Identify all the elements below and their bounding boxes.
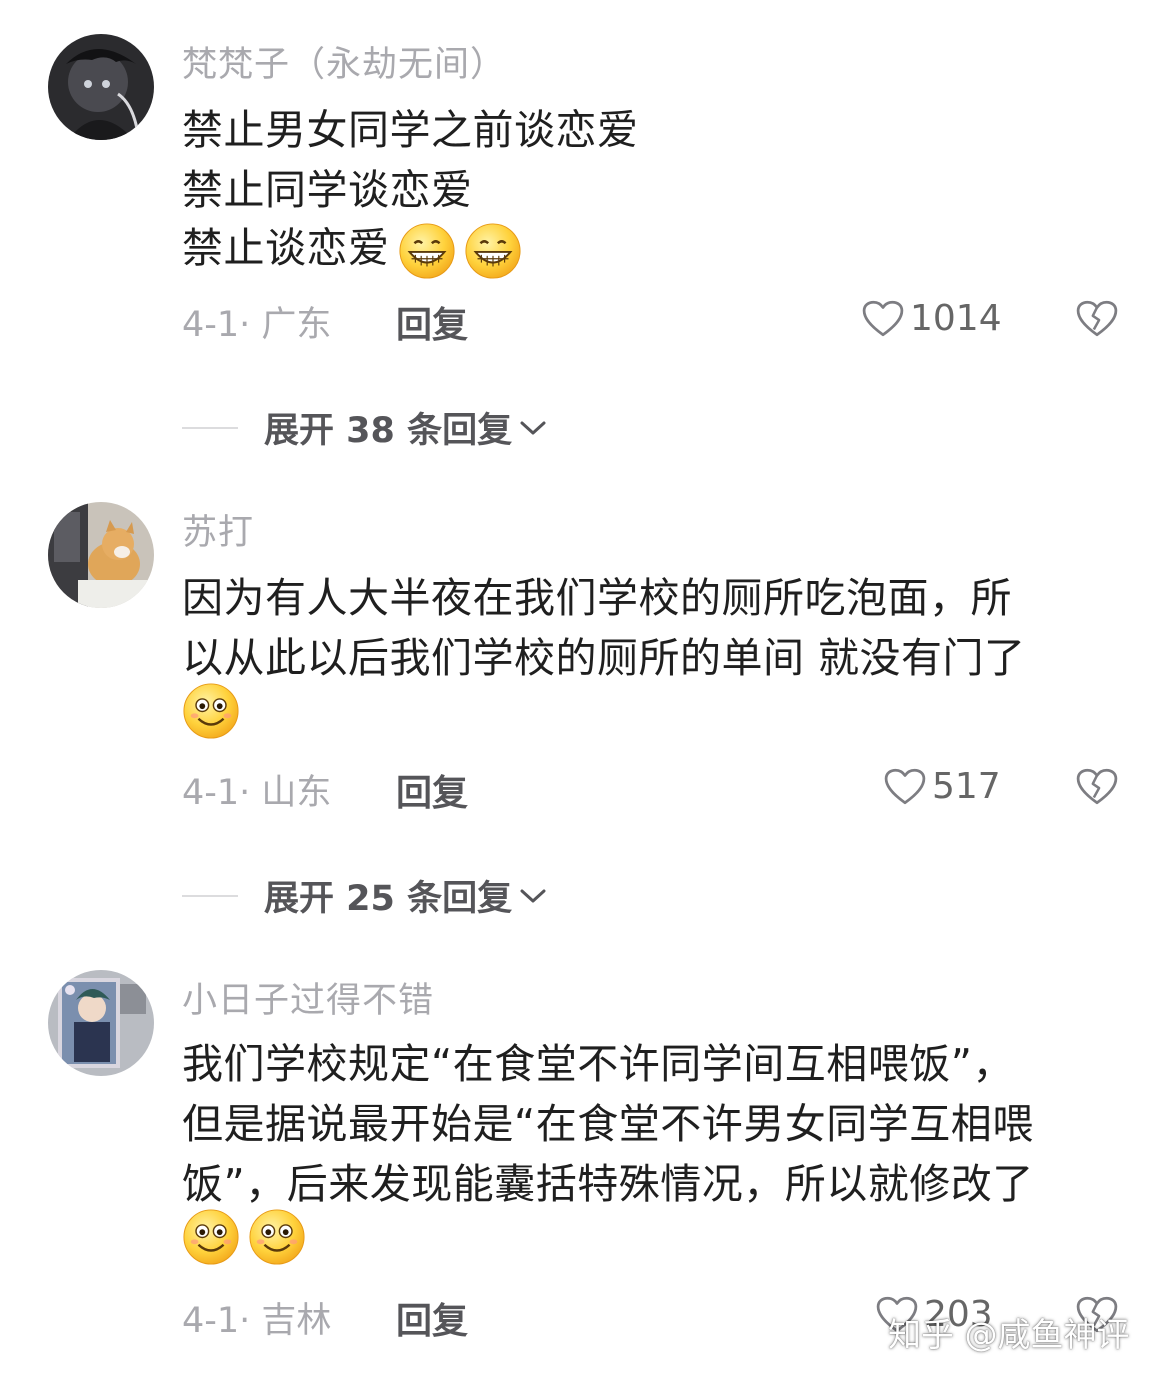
grin-emoji <box>464 222 522 280</box>
comment-text-line: 以从此以后我们学校的厕所的单间 就没有门了 <box>182 634 1026 682</box>
grin-emoji <box>398 222 456 280</box>
broken-heart-icon[interactable] <box>1076 768 1118 806</box>
username[interactable]: 小日子过得不错 <box>182 972 434 1023</box>
reply-button[interactable]: 回复 <box>396 296 468 348</box>
broken-heart-icon[interactable] <box>1076 300 1118 338</box>
reply-button[interactable]: 回复 <box>396 764 468 816</box>
comment-text-line <box>182 1208 306 1266</box>
avatar[interactable] <box>48 34 154 140</box>
like-count: 1014 <box>910 298 1002 339</box>
like-button[interactable]: 517 <box>884 766 1001 807</box>
expand-replies-button[interactable]: 展开 25 条回复 <box>182 870 548 921</box>
smile-emoji <box>182 682 240 740</box>
divider <box>182 894 238 897</box>
chevron-down-icon <box>518 886 548 906</box>
watermark: 知乎 @咸鱼神评 <box>888 1315 1130 1354</box>
comment-text-line: 我们学校规定“在食堂不许同学间互相喂饭”， <box>182 1040 1014 1088</box>
heart-icon <box>884 768 926 806</box>
avatar[interactable] <box>48 970 154 1076</box>
smile-emoji <box>182 1208 240 1266</box>
expand-replies-label: 展开 38 条回复 <box>264 411 513 451</box>
like-button[interactable]: 1014 <box>862 298 1002 339</box>
comment-text-line: 禁止谈恋爱 <box>182 214 522 280</box>
comment-text-line <box>182 682 240 740</box>
like-count: 517 <box>932 766 1001 807</box>
username[interactable]: 苏打 <box>182 504 254 555</box>
divider <box>182 426 238 429</box>
username[interactable]: 梵梵子（永劫无间） <box>182 36 506 87</box>
chevron-down-icon <box>518 418 548 438</box>
heart-icon <box>862 300 904 338</box>
comment-text-line: 饭”，后来发现能囊括特殊情况，所以就修改了 <box>182 1160 1034 1208</box>
reply-button[interactable]: 回复 <box>396 1292 468 1344</box>
expand-replies-button[interactable]: 展开 38 条回复 <box>182 402 548 453</box>
comment-meta: 4-1· 广东 <box>182 305 332 345</box>
comment-text: 禁止谈恋爱 <box>182 224 390 272</box>
comment-meta: 4-1· 吉林 <box>182 1301 332 1341</box>
comment-text-line: 但是据说最开始是“在食堂不许男女同学互相喂 <box>182 1100 1034 1148</box>
comment-text-line: 禁止男女同学之前谈恋爱 <box>182 106 639 154</box>
expand-replies-label: 展开 25 条回复 <box>264 879 513 919</box>
avatar[interactable] <box>48 502 154 608</box>
comment-text-line: 禁止同学谈恋爱 <box>182 166 473 214</box>
smile-emoji <box>248 1208 306 1266</box>
comment-text-line: 因为有人大半夜在我们学校的厕所吃泡面，所 <box>182 574 1012 622</box>
comment-meta: 4-1· 山东 <box>182 773 332 813</box>
